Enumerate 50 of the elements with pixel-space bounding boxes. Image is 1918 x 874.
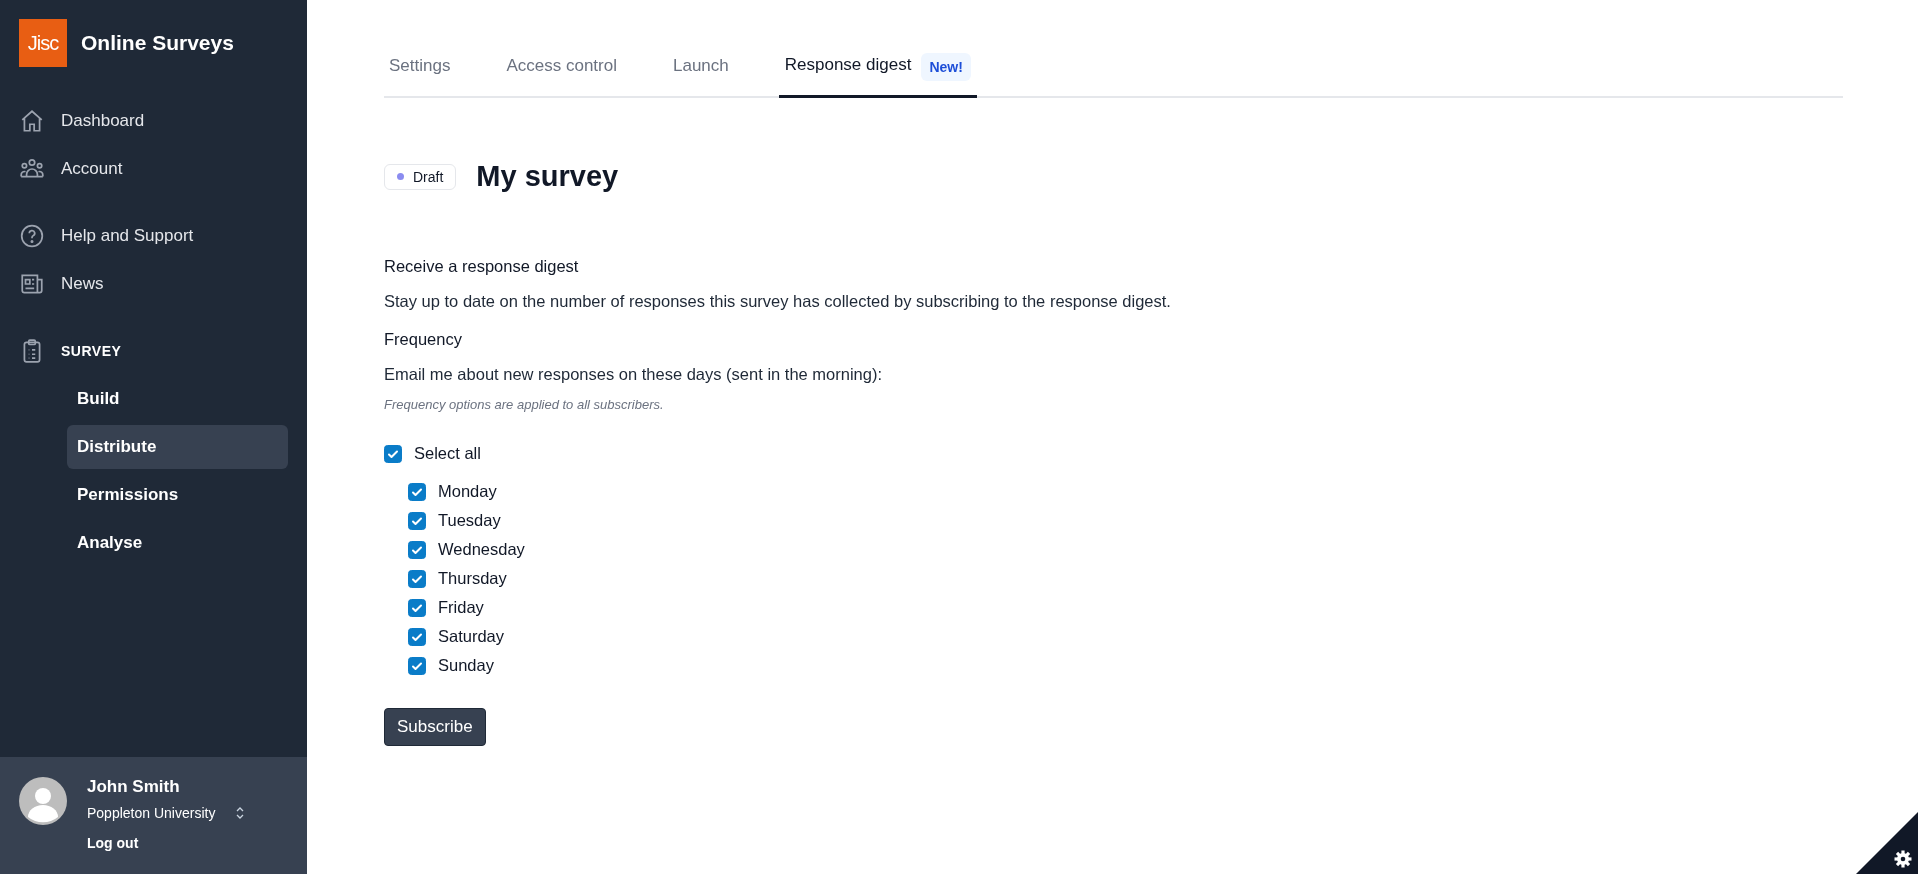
nav-item[interactable]: Help and Support — [19, 212, 288, 260]
nav-item[interactable]: Account — [19, 145, 288, 193]
hint-text: Frequency options are applied to all subscribers. — [384, 397, 665, 412]
help-icon — [19, 223, 45, 249]
status-dot — [397, 173, 404, 180]
settings-icon[interactable] — [1856, 812, 1918, 874]
nav-item[interactable]: Permissions — [67, 473, 288, 517]
section-heading: SURVEY — [61, 343, 122, 359]
checkbox-label: Select all — [414, 444, 481, 463]
section-heading: Frequency — [384, 330, 463, 349]
checkbox-label: Thursday — [438, 569, 507, 588]
status-text: Draft — [413, 168, 444, 185]
checkbox[interactable] — [408, 656, 426, 675]
checkbox-label: Friday — [438, 598, 484, 617]
new-label: New! — [921, 53, 971, 81]
checkbox[interactable] — [408, 627, 426, 646]
nav-item[interactable]: Analyse — [67, 521, 288, 565]
tab[interactable]: Access control — [500, 28, 623, 98]
checkbox[interactable] — [408, 569, 426, 588]
logout-link[interactable]: Log out — [87, 835, 246, 851]
checkbox-label: Monday — [438, 482, 497, 501]
app-name: Online Surveys — [81, 31, 234, 55]
nav-item[interactable]: Dashboard — [19, 97, 288, 145]
description-text: Stay up to date on the number of responses this survey has collected by subscribing to the response digest. — [384, 292, 1172, 311]
nav-item[interactable]: Distribute — [67, 425, 288, 469]
home-icon — [19, 108, 45, 134]
checkbox[interactable] — [384, 444, 402, 463]
checkbox-label: Saturday — [438, 627, 505, 646]
user-name: John Smith — [87, 777, 181, 797]
checkbox[interactable] — [408, 482, 426, 501]
survey-title: My survey — [476, 160, 619, 193]
checkbox-label: Wednesday — [438, 540, 525, 559]
logo: Jisc — [19, 19, 67, 67]
chevron-up-down-icon[interactable] — [235, 805, 246, 821]
checkbox[interactable] — [408, 511, 426, 530]
subscribe-button[interactable]: Subscribe — [384, 708, 486, 746]
nav-item[interactable]: News — [19, 260, 288, 308]
checkbox[interactable] — [408, 540, 426, 559]
nav-item[interactable]: Build — [67, 377, 288, 421]
checkbox-label: Tuesday — [438, 511, 501, 530]
prompt-text: Email me about new responses on these days (sent in the morning): — [384, 365, 883, 384]
checkbox-label: Sunday — [438, 656, 494, 675]
tab[interactable]: Response digest New! — [778, 28, 977, 98]
avatar-icon — [19, 777, 67, 825]
tab[interactable]: Settings — [384, 28, 457, 98]
tab[interactable]: Launch — [667, 28, 735, 98]
checkbox[interactable] — [408, 598, 426, 617]
section-heading: Receive a response digest — [384, 257, 580, 276]
newspaper-icon — [19, 271, 45, 297]
organisation-name: Poppleton University — [87, 805, 216, 821]
